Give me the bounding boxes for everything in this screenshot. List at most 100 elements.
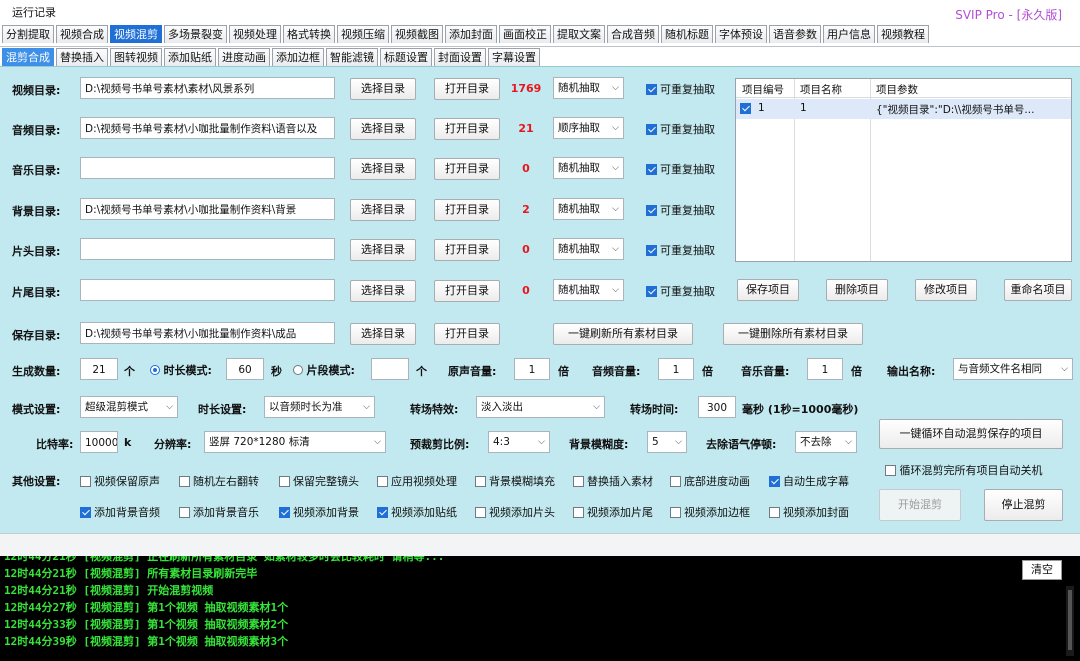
gen-count-input[interactable]: 21	[80, 358, 118, 380]
edit-project-button[interactable]: 修改项目	[915, 279, 977, 301]
setting-checkbox[interactable]: 视频添加封面	[769, 504, 849, 520]
extract-mode-select[interactable]: 顺序抽取 ⌵	[553, 117, 624, 139]
extract-mode-select[interactable]: 随机抽取 ⌵	[553, 157, 624, 179]
setting-checkbox[interactable]: 底部进度动画	[670, 473, 750, 489]
sub-tab[interactable]: 封面设置	[434, 48, 486, 66]
main-tab[interactable]: 视频处理	[229, 25, 281, 43]
start-mix-button[interactable]: 开始混剪	[879, 489, 961, 521]
open-dir-button[interactable]: 打开目录	[434, 280, 500, 302]
filler-select[interactable]: 不去除 ⌵	[795, 431, 857, 453]
sub-tab[interactable]: 智能滤镜	[326, 48, 378, 66]
repeat-extract-checkbox[interactable]: 可重复抽取	[646, 242, 715, 258]
duration-setting-select[interactable]: 以音频时长为准 ⌵	[264, 396, 375, 418]
resolution-select[interactable]: 竖屏 720*1280 标清 ⌵	[204, 431, 386, 453]
sub-tab[interactable]: 图转视频	[110, 48, 162, 66]
setting-checkbox[interactable]: 添加背景音频	[80, 504, 160, 520]
delete-project-button[interactable]: 删除项目	[826, 279, 888, 301]
open-dir-button[interactable]: 打开目录	[434, 158, 500, 180]
select-dir-button[interactable]: 选择目录	[350, 280, 416, 302]
main-tab[interactable]: 视频合成	[56, 25, 108, 43]
main-tab[interactable]: 画面校正	[499, 25, 551, 43]
orig-volume-input[interactable]: 1	[514, 358, 550, 380]
main-tab[interactable]: 视频混剪	[110, 25, 162, 43]
repeat-extract-checkbox[interactable]: 可重复抽取	[646, 202, 715, 218]
bitrate-input[interactable]: 10000	[80, 431, 118, 453]
repeat-extract-checkbox[interactable]: 可重复抽取	[646, 283, 715, 299]
main-tab[interactable]: 添加封面	[445, 25, 497, 43]
open-dir-button[interactable]: 打开目录	[434, 118, 500, 140]
delete-all-dirs-button[interactable]: 一键删除所有素材目录	[723, 323, 863, 345]
setting-checkbox[interactable]: 视频添加背景	[279, 504, 359, 520]
setting-checkbox[interactable]: 保留完整镜头	[279, 473, 359, 489]
project-table[interactable]: 项目编号 项目名称 项目参数 1 1 {"视频目录":"D:\\视频号书单号..…	[735, 78, 1072, 262]
sub-tab[interactable]: 替换插入	[56, 48, 108, 66]
select-dir-button[interactable]: 选择目录	[350, 239, 416, 261]
segment-input[interactable]	[371, 358, 409, 380]
refresh-all-dirs-button[interactable]: 一键刷新所有素材目录	[553, 323, 693, 345]
setting-checkbox[interactable]: 视频保留原声	[80, 473, 160, 489]
mix-mode-select[interactable]: 超级混剪模式 ⌵	[80, 396, 178, 418]
main-tab[interactable]: 语音参数	[769, 25, 821, 43]
setting-checkbox[interactable]: 视频添加片头	[475, 504, 555, 520]
repeat-extract-checkbox[interactable]: 可重复抽取	[646, 121, 715, 137]
setting-checkbox[interactable]: 视频添加边框	[670, 504, 750, 520]
dir-path-input[interactable]	[80, 279, 335, 301]
main-tab[interactable]: 视频压缩	[337, 25, 389, 43]
blur-select[interactable]: 5 ⌵	[647, 431, 687, 453]
main-tab[interactable]: 提取文案	[553, 25, 605, 43]
dir-path-input[interactable]: D:\视频号书单号素材\小咖批量制作资料\背景	[80, 198, 335, 220]
log-scrollbar[interactable]	[1066, 586, 1074, 656]
select-dir-button[interactable]: 选择目录	[350, 158, 416, 180]
dir-path-input[interactable]	[80, 238, 335, 260]
sub-tab[interactable]: 标题设置	[380, 48, 432, 66]
rename-project-button[interactable]: 重命名项目	[1004, 279, 1072, 301]
duration-input[interactable]: 60	[226, 358, 264, 380]
dir-path-input[interactable]: D:\视频号书单号素材\小咖批量制作资料\语音以及	[80, 117, 335, 139]
auto-shutdown-checkbox[interactable]: 循环混剪完所有项目自动关机	[885, 462, 1043, 478]
repeat-extract-checkbox[interactable]: 可重复抽取	[646, 161, 715, 177]
open-dir-button[interactable]: 打开目录	[434, 239, 500, 261]
select-dir-button[interactable]: 选择目录	[350, 118, 416, 140]
stop-mix-button[interactable]: 停止混剪	[984, 489, 1063, 521]
music-volume-input[interactable]: 1	[807, 358, 843, 380]
sub-tab[interactable]: 字幕设置	[488, 48, 540, 66]
setting-checkbox[interactable]: 应用视频处理	[377, 473, 457, 489]
scrollbar-thumb[interactable]	[1068, 590, 1072, 650]
extract-mode-select[interactable]: 随机抽取 ⌵	[553, 238, 624, 260]
repeat-extract-checkbox[interactable]: 可重复抽取	[646, 81, 715, 97]
dir-path-input[interactable]: D:\视频号书单号素材\素材\风景系列	[80, 77, 335, 99]
dir-path-input[interactable]	[80, 157, 335, 179]
segment-mode-radio[interactable]: 片段模式:	[293, 362, 355, 378]
save-dir-open-button[interactable]: 打开目录	[434, 323, 500, 345]
extract-mode-select[interactable]: 随机抽取 ⌵	[553, 77, 624, 99]
output-name-select[interactable]: 与音频文件名相同 ⌵	[953, 358, 1073, 380]
duration-mode-radio[interactable]: 时长模式:	[150, 362, 212, 378]
sub-tab[interactable]: 添加边框	[272, 48, 324, 66]
save-dir-input[interactable]: D:\视频号书单号素材\小咖批量制作资料\成品	[80, 322, 335, 344]
open-dir-button[interactable]: 打开目录	[434, 199, 500, 221]
extract-mode-select[interactable]: 随机抽取 ⌵	[553, 279, 624, 301]
sub-tab[interactable]: 添加贴纸	[164, 48, 216, 66]
main-tab[interactable]: 视频教程	[877, 25, 929, 43]
select-dir-button[interactable]: 选择目录	[350, 199, 416, 221]
setting-checkbox[interactable]: 视频添加贴纸	[377, 504, 457, 520]
table-row[interactable]: 1 1 {"视频目录":"D:\\视频号书单号...	[736, 99, 1071, 119]
extract-mode-select[interactable]: 随机抽取 ⌵	[553, 198, 624, 220]
open-dir-button[interactable]: 打开目录	[434, 78, 500, 100]
main-tab[interactable]: 多场景裂变	[164, 25, 227, 43]
sub-tab[interactable]: 混剪合成	[2, 48, 54, 66]
select-dir-button[interactable]: 选择目录	[350, 78, 416, 100]
setting-checkbox[interactable]: 视频添加片尾	[573, 504, 653, 520]
main-tab[interactable]: 合成音频	[607, 25, 659, 43]
setting-checkbox[interactable]: 替换插入素材	[573, 473, 653, 489]
main-tab[interactable]: 视频截图	[391, 25, 443, 43]
setting-checkbox[interactable]: 背景模糊填充	[475, 473, 555, 489]
row-checkbox[interactable]	[740, 103, 751, 115]
audio-volume-input[interactable]: 1	[658, 358, 694, 380]
main-tab[interactable]: 分割提取	[2, 25, 54, 43]
main-tab[interactable]: 用户信息	[823, 25, 875, 43]
save-project-button[interactable]: 保存项目	[737, 279, 799, 301]
setting-checkbox[interactable]: 添加背景音乐	[179, 504, 259, 520]
loop-auto-mix-button[interactable]: 一键循环自动混剪保存的项目	[879, 419, 1063, 449]
clear-log-button[interactable]: 清空	[1022, 560, 1062, 580]
